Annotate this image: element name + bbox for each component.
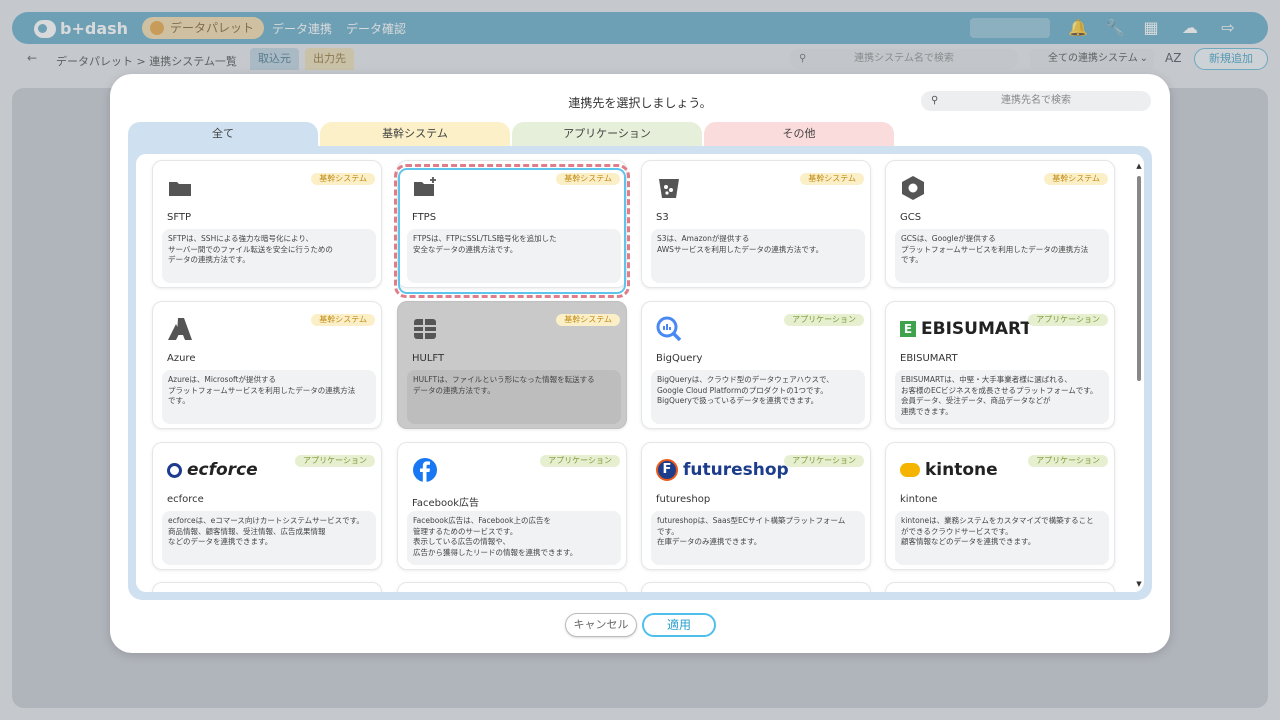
card-name: futureshop	[656, 494, 711, 505]
ebisumart-logo-text: EBISUMART	[921, 319, 1032, 339]
card-partial[interactable]	[152, 582, 382, 592]
card-ebisumart[interactable]: E EBISUMART アプリケーション EBISUMART EBISUMART…	[885, 301, 1115, 429]
futureshop-logo-text: futureshop	[683, 460, 789, 480]
scroll-up-icon[interactable]: ▲	[1135, 162, 1143, 170]
card-s3[interactable]: 基幹システム S3 S3は、Amazonが提供する AWSサービスを利用したデー…	[641, 160, 871, 288]
scroll-down-icon[interactable]: ▼	[1135, 580, 1143, 588]
card-name: kintone	[900, 494, 938, 505]
card-description: kintoneは、業務システムをカスタマイズで構築すること ができるクラウドサー…	[895, 511, 1109, 565]
card-hulft: 基幹システム HULFT HULFTは、ファイルという形になった情報を転送する …	[397, 301, 627, 429]
integration-search-input[interactable]: ⚲ 連携先名で検索	[921, 91, 1151, 111]
ecforce-logo: ecforce	[167, 457, 258, 483]
tab-other[interactable]: その他	[704, 122, 894, 148]
ecforce-logo-text: ecforce	[187, 460, 258, 480]
card-partial[interactable]	[641, 582, 871, 592]
ecforce-ring-icon	[167, 462, 182, 478]
category-badge: 基幹システム	[800, 173, 864, 185]
tab-applications[interactable]: アプリケーション	[512, 122, 702, 148]
folder-icon	[169, 182, 191, 196]
search-icon: ⚲	[931, 95, 939, 106]
card-kintone[interactable]: kintone アプリケーション kintone kintoneは、業務システム…	[885, 442, 1115, 570]
category-badge: 基幹システム	[556, 314, 620, 326]
ebisumart-e-icon: E	[900, 321, 916, 337]
card-name: EBISUMART	[900, 353, 958, 364]
card-description: SFTPは、SSHによる強力な暗号化により、 サーバー間でのファイル転送を安全に…	[162, 229, 376, 283]
card-name: Facebook広告	[412, 498, 479, 509]
select-integration-modal: 連携先を選択しましょう。 ⚲ 連携先名で検索 全て 基幹システム アプリケーショ…	[110, 74, 1170, 653]
card-gcs[interactable]: 基幹システム GCS GCSは、Googleが提供する プラットフォームサービス…	[885, 160, 1115, 288]
category-badge: 基幹システム	[311, 173, 375, 185]
card-name: Azure	[167, 353, 196, 364]
card-partial[interactable]	[397, 582, 627, 592]
card-ecforce[interactable]: ecforce アプリケーション ecforce ecforceは、eコマース向…	[152, 442, 382, 570]
facebook-icon	[413, 458, 437, 482]
ebisumart-logo: E EBISUMART	[900, 316, 1032, 342]
scrollbar-thumb[interactable]	[1137, 176, 1141, 381]
card-facebook-ads[interactable]: アプリケーション Facebook広告 Facebook広告は、Facebook…	[397, 442, 627, 570]
card-name: ecforce	[167, 494, 204, 505]
card-description: BigQueryは、クラウド型のデータウェアハウスで、 Google Cloud…	[651, 370, 865, 424]
kintone-logo-text: kintone	[925, 460, 998, 480]
card-grid-scrollbar[interactable]: ▲ ▼	[1135, 162, 1143, 592]
card-description: Facebook広告は、Facebook上の広告を 管理するためのサービスです。…	[407, 511, 621, 565]
hulft-icon	[414, 319, 436, 339]
card-panel: 基幹システム SFTP SFTPは、SSHによる強力な暗号化により、 サーバー間…	[128, 146, 1152, 600]
kintone-cloud-icon	[900, 463, 920, 477]
card-name: HULFT	[412, 353, 445, 364]
card-name: GCS	[900, 212, 922, 223]
category-badge: アプリケーション	[1028, 314, 1108, 326]
hexagon-icon	[902, 176, 924, 200]
selection-highlight	[398, 168, 626, 294]
category-badge: アプリケーション	[540, 455, 620, 467]
card-name: S3	[656, 212, 669, 223]
category-badge: アプリケーション	[784, 314, 864, 326]
integration-search-placeholder: 連携先名で検索	[1001, 95, 1071, 106]
card-description: EBISUMARTは、中堅・大手事業者様に選ばれる、 お客様のECビジネスを成長…	[895, 370, 1109, 424]
card-azure[interactable]: 基幹システム Azure Azureは、Microsoftが提供する プラットフ…	[152, 301, 382, 429]
bigquery-icon	[656, 316, 682, 342]
apply-button[interactable]: 適用	[642, 613, 716, 637]
card-description: futureshopは、Saas型ECサイト構築プラットフォーム です。 在庫デ…	[651, 511, 865, 565]
card-name: SFTP	[167, 212, 192, 223]
card-grid: 基幹システム SFTP SFTPは、SSHによる強力な暗号化により、 サーバー間…	[136, 154, 1144, 592]
card-description: Azureは、Microsoftが提供する プラットフォームサービスを利用したデ…	[162, 370, 376, 424]
card-futureshop[interactable]: F futureshop アプリケーション futureshop futures…	[641, 442, 871, 570]
card-description: HULFTは、ファイルという形になった情報を転送する データの連携方法です。	[407, 370, 621, 424]
kintone-logo: kintone	[900, 457, 998, 483]
tab-core-systems[interactable]: 基幹システム	[320, 122, 510, 148]
category-badge: アプリケーション	[295, 455, 375, 467]
futureshop-f-icon: F	[656, 459, 678, 481]
category-badge: アプリケーション	[784, 455, 864, 467]
cancel-button[interactable]: キャンセル	[565, 613, 637, 637]
card-bigquery[interactable]: アプリケーション BigQuery BigQueryは、クラウド型のデータウェア…	[641, 301, 871, 429]
card-description: GCSは、Googleが提供する プラットフォームサービスを利用したデータの連携…	[895, 229, 1109, 283]
futureshop-logo: F futureshop	[656, 457, 789, 483]
card-partial[interactable]	[885, 582, 1115, 592]
category-badge: 基幹システム	[311, 314, 375, 326]
card-name: BigQuery	[656, 353, 703, 364]
azure-icon	[168, 318, 192, 340]
card-description: ecforceは、eコマース向けカートシステムサービスです。 商品情報、顧客情報…	[162, 511, 376, 565]
tab-all[interactable]: 全て	[128, 122, 318, 148]
category-badge: アプリケーション	[1028, 455, 1108, 467]
card-description: S3は、Amazonが提供する AWSサービスを利用したデータの連携方法です。	[651, 229, 865, 283]
bucket-icon	[659, 179, 679, 198]
category-badge: 基幹システム	[1044, 173, 1108, 185]
card-sftp[interactable]: 基幹システム SFTP SFTPは、SSHによる強力な暗号化により、 サーバー間…	[152, 160, 382, 288]
